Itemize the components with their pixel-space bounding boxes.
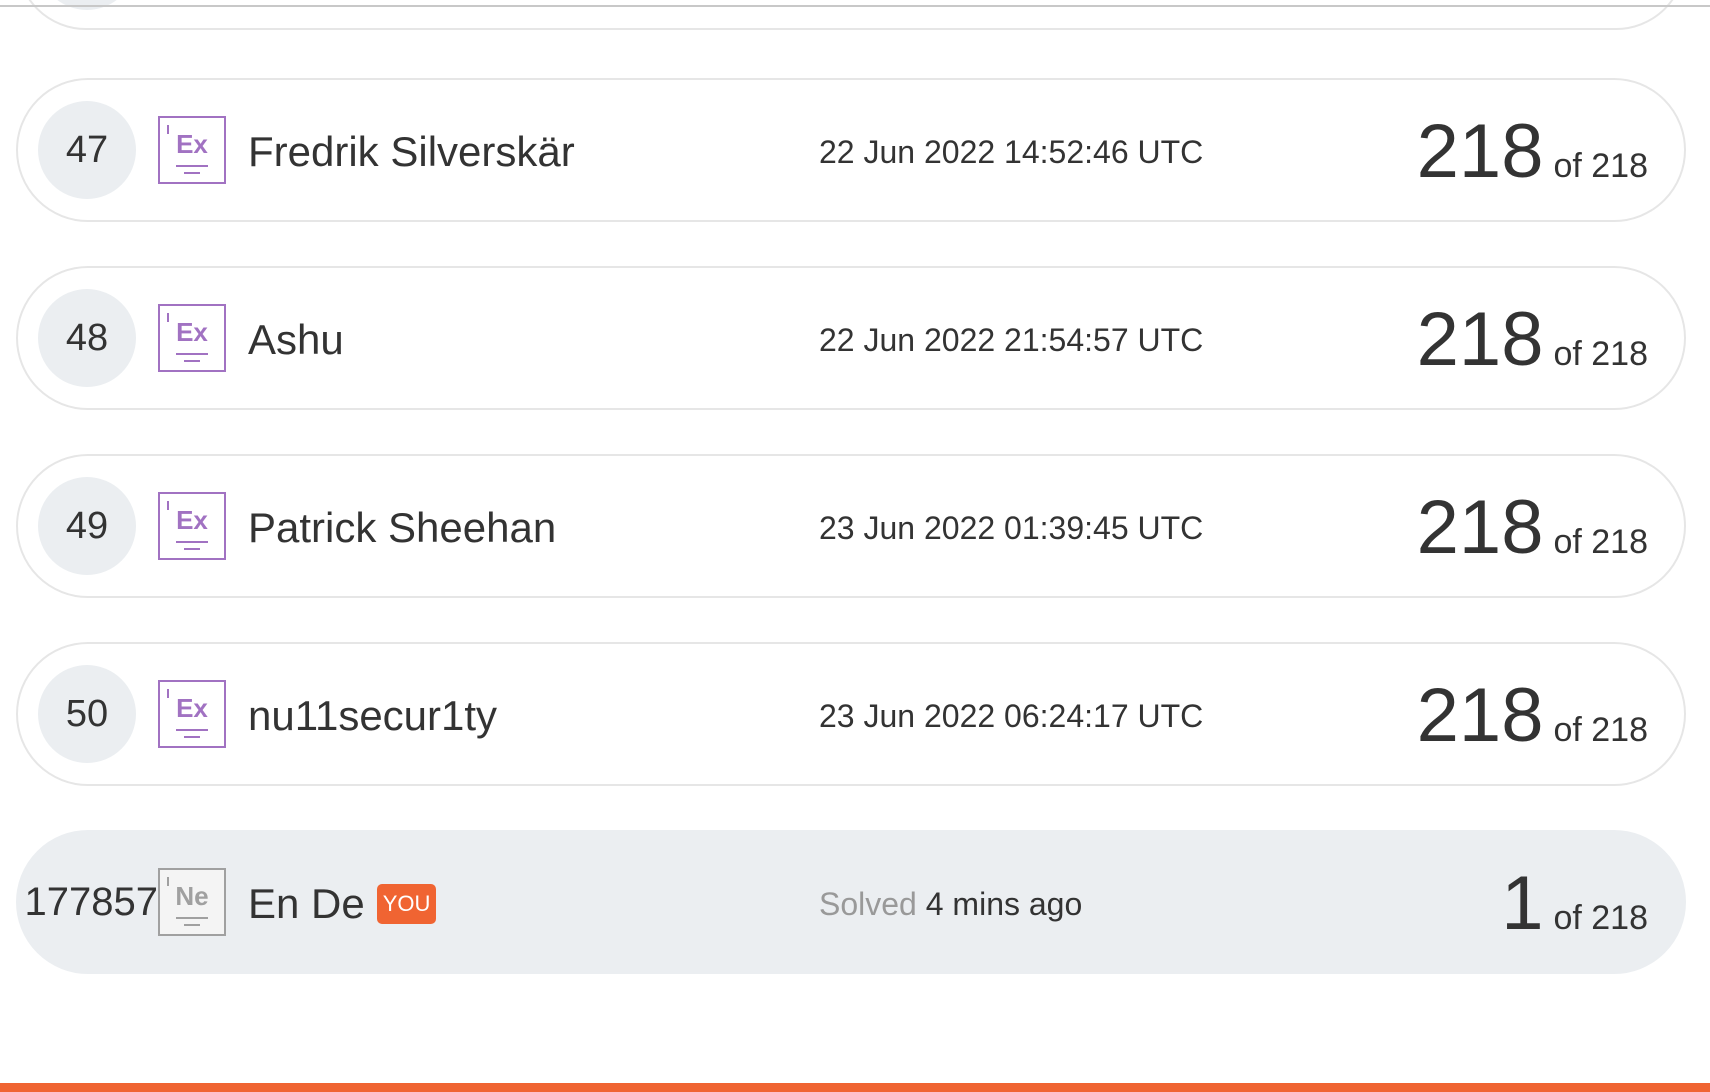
score-value: 218 [1416, 673, 1544, 758]
expert-level-badge-icon: Ex [158, 680, 226, 748]
player-name-text[interactable]: nu11secur1ty [248, 688, 497, 744]
solve-date: 23 Jun 2022 06:24:17 UTC [819, 698, 1204, 734]
score-value: 218 [1416, 297, 1544, 382]
expert-level-badge-icon: Ex [158, 116, 226, 184]
player-name[interactable]: Fredrik Silverskär [248, 124, 575, 180]
score-total: of 218 [1553, 523, 1648, 561]
level-badge-symbol: Ex [176, 129, 208, 159]
level-badge-symbol: Ex [176, 693, 208, 723]
score-total: of 218 [1553, 711, 1648, 749]
level-badge-symbol: Ex [176, 505, 208, 535]
player-name[interactable]: Patrick Sheehan [248, 500, 556, 556]
score: 218 of 218 [1417, 298, 1648, 382]
solve-date: 22 Jun 2022 14:52:46 UTC [819, 134, 1204, 170]
level-badge-symbol: Ne [175, 881, 209, 911]
score-value: 218 [1416, 485, 1544, 570]
player-name-text[interactable]: En De [248, 876, 365, 932]
solve-status: Solved 4 mins ago [819, 885, 1082, 923]
solved-time: 4 mins ago [925, 886, 1083, 922]
novice-level-badge-icon: Ne [158, 868, 226, 936]
rank-number: 48 [38, 289, 136, 387]
score-total: of 218 [1553, 335, 1648, 373]
player-name-text[interactable]: Ashu [248, 312, 344, 368]
solve-date: 23 Jun 2022 01:39:45 UTC [819, 510, 1204, 546]
score-value: 1 [1501, 861, 1544, 946]
you-badge: YOU [376, 884, 437, 924]
rank-number: 177857 [24, 879, 158, 924]
expert-level-badge-icon: Ex [158, 304, 226, 372]
leaderboard-page: 47 Ex Fredrik Silverskär 22 Jun 2022 14:… [0, 0, 1710, 1092]
score-total: of 218 [1553, 147, 1648, 185]
player-name[interactable]: Ashu [248, 312, 344, 368]
rank-number: 47 [38, 101, 136, 199]
score: 1 of 218 [1501, 862, 1648, 946]
score-value: 218 [1416, 109, 1544, 194]
leaderboard-row: 48 Ex Ashu 22 Jun 2022 21:54:57 UTC 218 … [16, 266, 1686, 410]
level-badge-symbol: Ex [176, 317, 208, 347]
leaderboard-row: 50 Ex nu11secur1ty 23 Jun 2022 06:24:17 … [16, 642, 1686, 786]
score: 218 of 218 [1417, 674, 1648, 758]
player-name[interactable]: En De YOU [248, 876, 437, 932]
header-divider [0, 5, 1710, 7]
leaderboard-row: 47 Ex Fredrik Silverskär 22 Jun 2022 14:… [16, 78, 1686, 222]
score: 218 of 218 [1417, 486, 1648, 570]
footer-accent-bar [0, 1083, 1710, 1092]
player-name-text[interactable]: Patrick Sheehan [248, 500, 556, 556]
solved-label: Solved [819, 886, 917, 922]
leaderboard-list: 47 Ex Fredrik Silverskär 22 Jun 2022 14:… [16, 78, 1686, 1018]
score-total: of 218 [1553, 899, 1648, 937]
rank-number: 50 [38, 665, 136, 763]
solve-date: 22 Jun 2022 21:54:57 UTC [819, 322, 1204, 358]
expert-level-badge-icon: Ex [158, 492, 226, 560]
rank-number: 49 [38, 477, 136, 575]
current-user-row: 177857 Ne En De YOU Solved 4 mins ago 1 … [16, 830, 1686, 974]
player-name[interactable]: nu11secur1ty [248, 688, 497, 744]
leaderboard-row: 49 Ex Patrick Sheehan 23 Jun 2022 01:39:… [16, 454, 1686, 598]
player-name-text[interactable]: Fredrik Silverskär [248, 124, 575, 180]
score: 218 of 218 [1417, 110, 1648, 194]
